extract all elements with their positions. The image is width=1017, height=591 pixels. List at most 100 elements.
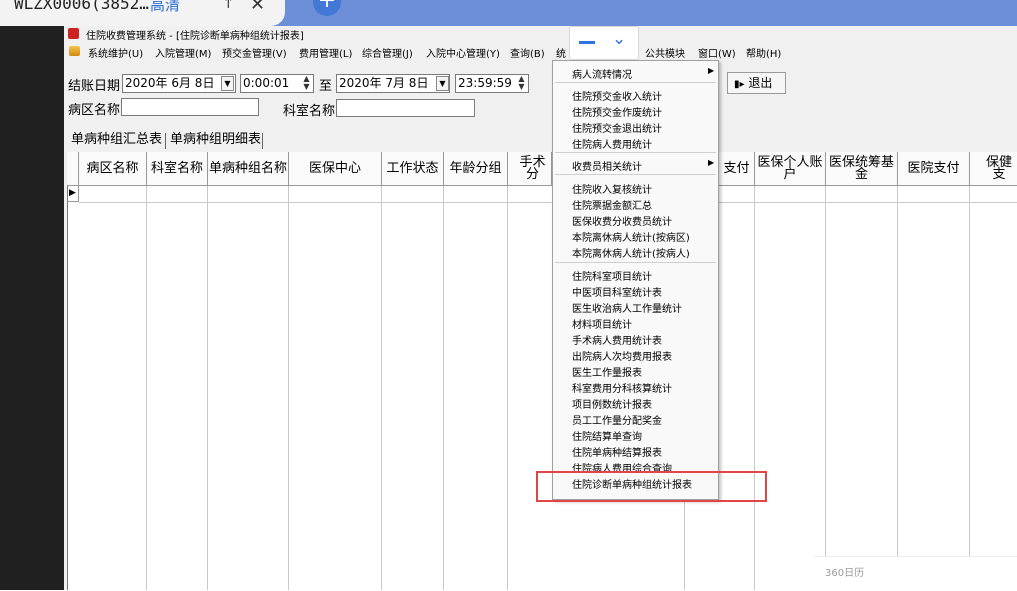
ward-input[interactable] [121, 98, 259, 116]
exit-icon: ▮▸ [734, 79, 745, 90]
to-label: 至 [319, 79, 333, 94]
menu-separator [555, 82, 716, 83]
menu-query[interactable]: 查询(B) [510, 45, 545, 60]
dept-input[interactable] [336, 99, 475, 117]
left-dark-panel [0, 26, 64, 590]
menu-separator [555, 152, 716, 153]
menu-admission[interactable]: 入院管理(M) [155, 45, 211, 60]
menu-deposit[interactable]: 预交金管理(V) [222, 45, 287, 60]
grid-column-line [207, 186, 208, 590]
ward-label: 病区名称 [68, 103, 121, 118]
row-header-corner [67, 152, 79, 186]
menu-item[interactable]: 本院离休病人统计(按病人) [572, 245, 690, 260]
browser-tab-quality[interactable]: 高清 [150, 0, 180, 15]
menu-item[interactable]: 住院收入复核统计 [572, 181, 652, 196]
exit-button[interactable]: ▮▸ 退出 [727, 72, 786, 94]
dept-label: 科室名称 [283, 104, 336, 119]
pin-icon[interactable]: ↑ [222, 0, 235, 12]
menu-item[interactable]: 出院病人次均费用报表 [572, 348, 672, 363]
menu-item[interactable]: 材料项目统计 [572, 316, 632, 331]
submenu-arrow-icon: ▶ [708, 158, 715, 167]
grid-column-line [754, 186, 755, 590]
close-icon[interactable]: ✕ [250, 0, 265, 15]
menu-item[interactable]: 医生收治病人工作量统计 [572, 300, 682, 315]
column-header[interactable]: 工作状态 [382, 152, 444, 186]
menu-item[interactable]: 住院病人费用统计 [572, 136, 652, 151]
time-from-value: 0:00:01 [243, 76, 290, 90]
column-header[interactable]: 医保统筹基金 [826, 152, 898, 186]
grid-column-line [897, 186, 898, 590]
browser-tab-title: WLZX0006(3852… [14, 0, 149, 13]
exit-label: 退出 [748, 76, 773, 90]
grid-column-line [381, 186, 382, 590]
menu-item[interactable]: 住院预交金收入统计 [572, 88, 662, 103]
minimize-icon[interactable] [579, 41, 595, 44]
time-to-spinner-icon[interactable]: ▲ ▼ [516, 75, 527, 92]
menu-system[interactable]: 系统维护(U) [88, 45, 143, 60]
menu-statistics[interactable]: 统 [556, 45, 566, 60]
tab-detail[interactable]: 单病种组明细表 [170, 132, 261, 150]
column-header[interactable]: 支付 [719, 152, 755, 186]
menu-item[interactable]: 住院科室项目统计 [572, 268, 652, 283]
menu-item[interactable]: 医保收费分收费员统计 [572, 213, 672, 228]
menu-item[interactable]: 住院预交金作废统计 [572, 104, 662, 119]
grid-column-line [969, 186, 970, 590]
menu-public-module[interactable]: 公共模块 [645, 45, 685, 60]
tab-summary[interactable]: 单病种组汇总表 [71, 132, 162, 150]
menu-item[interactable]: 科室费用分科核算统计 [572, 380, 672, 395]
column-header[interactable]: 科室名称 [147, 152, 208, 186]
menu-fees[interactable]: 费用管理(L) [299, 45, 352, 60]
menu-item-cashier-stats[interactable]: 收费员相关统计 [572, 158, 642, 173]
menu-separator [555, 174, 716, 175]
menu-item[interactable]: 住院票据金额汇总 [572, 197, 652, 212]
time-to-value: 23:59:59 [458, 76, 512, 90]
column-header[interactable]: 手术分 [508, 152, 552, 186]
chevron-down-icon[interactable]: ⌄ [612, 29, 626, 49]
grid-column-line [288, 186, 289, 590]
column-header[interactable]: 单病种组名称 [208, 152, 289, 186]
menu-item[interactable]: 项目例数统计报表 [572, 396, 652, 411]
column-header[interactable]: 医院支付 [898, 152, 970, 186]
menu-diamond-icon [69, 46, 80, 56]
menu-item[interactable]: 员工工作量分配奖金 [572, 412, 662, 427]
menu-help[interactable]: 帮助(H) [746, 45, 781, 60]
menu-window[interactable]: 窗口(W) [698, 45, 736, 60]
time-from-spinner-icon[interactable]: ▲ ▼ [301, 75, 312, 92]
grid-column-line [443, 186, 444, 590]
column-header[interactable]: 医保中心 [289, 152, 382, 186]
menu-item[interactable]: 住院结算单查询 [572, 428, 642, 443]
date-from-picker[interactable]: 2020年 6月 8日 [122, 74, 236, 93]
menu-admission-center[interactable]: 入院中心管理(Y) [426, 45, 500, 60]
grid-column-line [507, 186, 508, 590]
grid-column-line [825, 186, 826, 590]
current-row-indicator-icon: ▶ [67, 186, 79, 202]
data-grid[interactable] [67, 152, 1017, 590]
menu-item[interactable]: 医生工作量报表 [572, 364, 642, 379]
column-header[interactable]: 病区名称 [79, 152, 147, 186]
menu-general[interactable]: 综合管理(J) [362, 45, 413, 60]
settle-date-label: 结账日期 [68, 79, 121, 94]
menu-item[interactable]: 本院离休病人统计(按病区) [572, 229, 690, 244]
column-header[interactable]: 保健支 [970, 152, 1017, 186]
date-to-value: 2020年 7月 8日 [339, 76, 429, 90]
menu-item[interactable]: 中医项目科室统计表 [572, 284, 662, 299]
date-from-value: 2020年 6月 8日 [125, 76, 215, 90]
tab-divider [165, 133, 166, 149]
highlight-annotation-box [536, 471, 767, 502]
menu-item[interactable]: 手术病人费用统计表 [572, 332, 662, 347]
tab-divider [262, 133, 263, 149]
menu-item-patient-transfer[interactable]: 病人流转情况 [572, 66, 632, 81]
grid-row-line [79, 202, 1017, 203]
calendar-widget-label: 360日历 [825, 568, 865, 579]
column-header[interactable]: 医保个人账户 [755, 152, 826, 186]
date-to-picker[interactable]: 2020年 7月 8日 [336, 74, 450, 93]
menu-item[interactable]: 住院预交金退出统计 [572, 120, 662, 135]
date-from-dropdown-icon[interactable]: ▼ [221, 76, 234, 91]
menu-item[interactable]: 住院单病种结算报表 [572, 444, 662, 459]
window-title: 住院收费管理系统 - [住院诊断单病种组统计报表] [86, 31, 304, 42]
app-logo-icon [68, 28, 79, 39]
submenu-arrow-icon: ▶ [708, 66, 715, 75]
date-to-dropdown-icon[interactable]: ▼ [436, 76, 449, 91]
column-header[interactable]: 年龄分组 [444, 152, 508, 186]
menu-separator [555, 262, 716, 263]
